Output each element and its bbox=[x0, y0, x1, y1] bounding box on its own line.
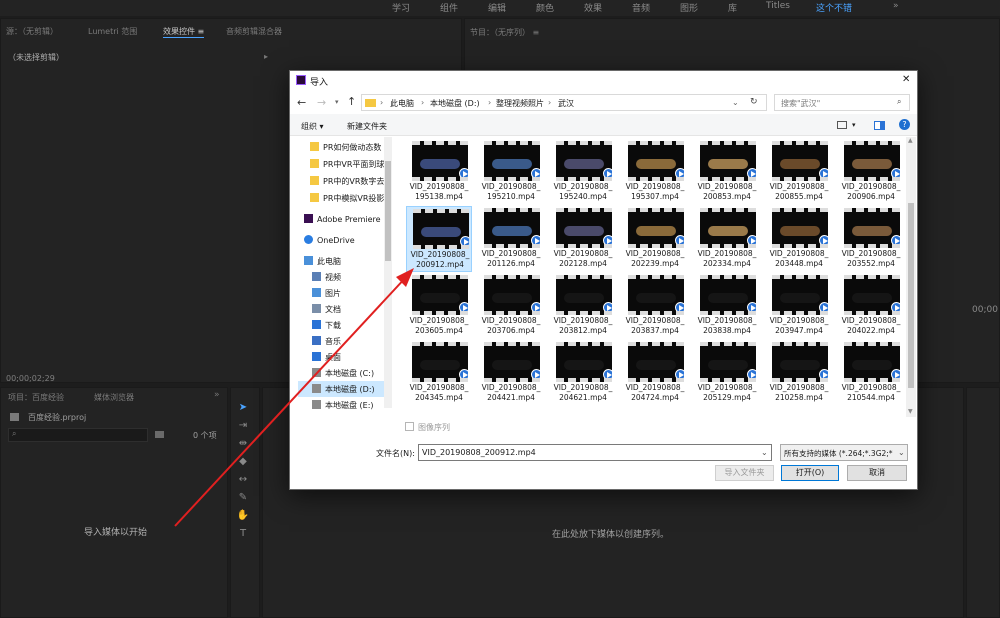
annotation-arrow bbox=[174, 268, 414, 527]
